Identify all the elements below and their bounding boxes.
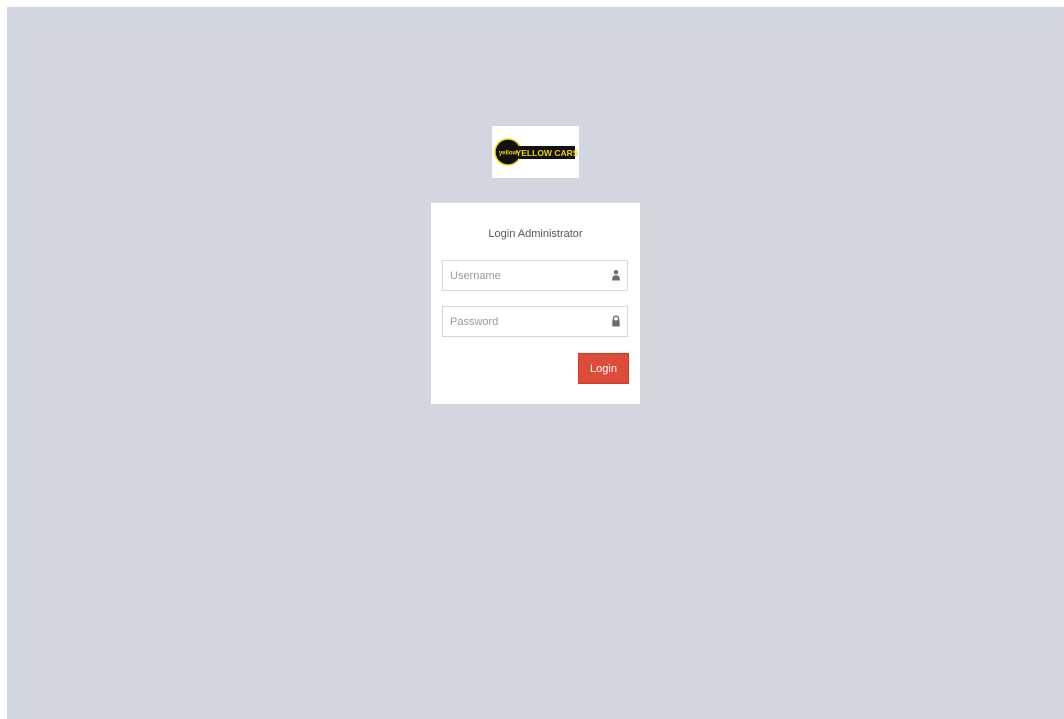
brand-logo: yellow YELLOW CARS [492, 126, 579, 178]
login-title: Login Administrator [488, 228, 583, 240]
login-panel: Login Administrator Login [431, 203, 640, 404]
username-field[interactable] [442, 260, 628, 291]
user-icon [612, 270, 620, 281]
lock-icon [612, 315, 620, 327]
password-field[interactable] [442, 306, 628, 337]
logo-wordmark: YELLOW CARS [516, 148, 579, 158]
login-page-background: yellow YELLOW CARS Login Administrator L… [7, 7, 1064, 719]
login-button[interactable]: Login [578, 353, 629, 384]
yellow-cars-logo: yellow YELLOW CARS [494, 138, 579, 166]
password-input[interactable] [443, 307, 600, 336]
username-input[interactable] [443, 261, 600, 290]
